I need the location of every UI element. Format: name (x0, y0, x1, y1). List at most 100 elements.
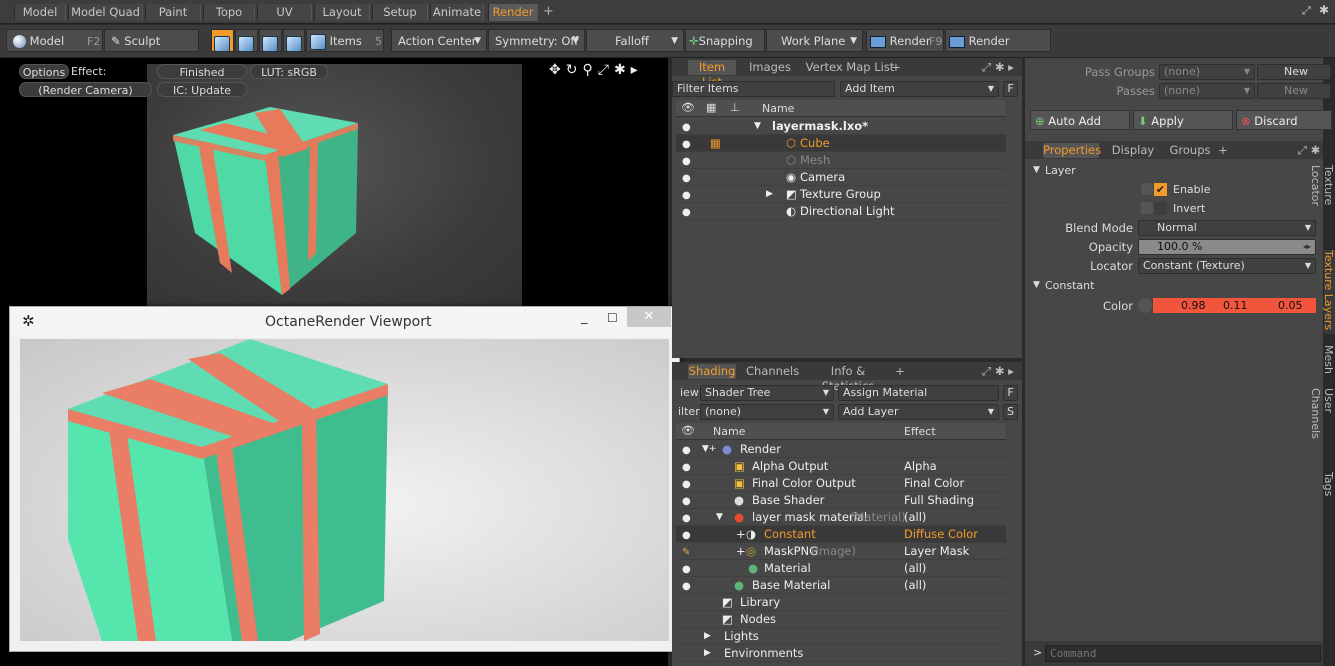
eye-icon[interactable]: ● (682, 476, 691, 493)
octane-title-bar[interactable]: ✲ OctaneRender Viewport _ ☐ ✕ (10, 307, 679, 337)
octane-render-view[interactable] (20, 339, 669, 641)
zoom-icon[interactable]: ⚲ (582, 62, 597, 78)
enable-toggle[interactable] (1141, 183, 1153, 195)
falloff-dropdown[interactable]: Falloff ▼ (586, 29, 684, 52)
gear-icon[interactable]: ✱ (614, 62, 631, 78)
filter-dropdown[interactable]: (none) ▼ (700, 404, 834, 420)
auto-add-button[interactable]: ⊕ Auto Add (1030, 110, 1130, 130)
list-item[interactable]: ● ◐ Directional Light (676, 203, 1006, 220)
side-tab-tags[interactable]: Tags (1322, 472, 1335, 500)
shader-row[interactable]: ● ▼+ ● Render (676, 441, 1006, 458)
tab-vertex-map-list[interactable]: Vertex Map List (804, 60, 896, 75)
fit-icon[interactable]: ⤢ (598, 62, 614, 78)
shader-row[interactable]: ● ▼ ● layer mask material (Material) (all) (676, 509, 1006, 526)
polygon-select-button[interactable] (259, 29, 282, 52)
gear-icon[interactable]: ✱ (1319, 3, 1329, 17)
chevron-right-icon[interactable]: ▶ (704, 645, 711, 662)
add-item-dropdown[interactable]: Add Item ▼ (840, 81, 999, 97)
plus-icon[interactable]: + (736, 543, 746, 560)
eye-icon[interactable]: ● (682, 561, 691, 578)
move-icon[interactable]: ✥ (549, 62, 566, 78)
side-tab-mesh[interactable]: Mesh (1322, 345, 1335, 375)
new-pass-group-button[interactable]: New (1257, 64, 1331, 80)
slider-arrows-icon[interactable]: ◂▸ (1303, 240, 1311, 254)
vertex-select-button[interactable] (211, 29, 234, 52)
tab-layout[interactable]: Layout (314, 4, 370, 21)
tab-model-quad[interactable]: Model Quad (68, 4, 143, 21)
tab-model[interactable]: Model (14, 4, 66, 21)
shader-row[interactable]: ● ● Base Shader Full Shading (676, 492, 1006, 509)
model-mode-button[interactable]: Model F2 (6, 29, 103, 52)
list-item[interactable]: ● ▦ ⬡ Cube (676, 135, 1006, 152)
chevron-down-icon[interactable]: ▼ (1033, 280, 1040, 290)
assign-material-button[interactable]: Assign Material (838, 385, 999, 401)
render-button[interactable]: Render F9 (866, 29, 944, 52)
view-dropdown[interactable]: Shader Tree ▼ (700, 385, 834, 401)
panel-options-icons[interactable]: ⤢ ✱ ▸ (978, 60, 1018, 75)
symmetry-dropdown[interactable]: Symmetry: Off ▼ (488, 29, 585, 52)
eye-icon[interactable]: ● (682, 527, 691, 544)
minimize-button[interactable]: _ (581, 310, 588, 325)
list-item[interactable]: ● ▼ layermask.lxo* (676, 118, 1006, 135)
add-tab-button[interactable]: + (543, 4, 554, 19)
invert-checkbox[interactable] (1154, 202, 1167, 215)
panel-options-icons[interactable]: ⤢ ✱ ▸ (978, 364, 1018, 379)
tab-display[interactable]: Display (1109, 143, 1157, 158)
discard-button[interactable]: ⊗ Discard (1236, 110, 1332, 130)
material-select-button[interactable] (283, 29, 305, 52)
items-button[interactable]: Items 5 (306, 29, 384, 52)
eye-icon[interactable]: ● (682, 187, 691, 204)
side-tab-texture-locator[interactable]: Texture Locator (1309, 165, 1335, 245)
apply-button[interactable]: ⬇ Apply (1133, 110, 1233, 130)
effect-dropdown[interactable]: Effect: (Shadi... (71, 64, 153, 93)
panel-options-icons[interactable]: ⤢ ✱ (1295, 143, 1323, 158)
locator-dropdown[interactable]: Constant (Texture) ▼ (1138, 258, 1316, 274)
add-tab-button[interactable]: + (1217, 143, 1229, 158)
action-center-dropdown[interactable]: Action Center ▼ (391, 29, 487, 52)
play-icon[interactable]: ▸ (631, 62, 643, 78)
chevron-right-icon[interactable]: ▶ (766, 186, 773, 203)
opacity-slider[interactable]: 100.0 % ◂▸ (1138, 239, 1316, 255)
viewport-options-button[interactable]: Options (19, 64, 69, 79)
expand-icon[interactable]: ⤢ (1302, 4, 1311, 18)
shader-row[interactable]: ◩ Nodes (676, 611, 1006, 628)
tab-groups[interactable]: Groups (1165, 143, 1215, 158)
shader-row[interactable]: ● ▣ Final Color Output Final Color (676, 475, 1006, 492)
plus-icon[interactable]: + (736, 526, 746, 543)
chevron-down-icon[interactable]: ▼ (1033, 165, 1040, 175)
eye-icon[interactable]: ● (682, 493, 691, 510)
shader-row[interactable]: ◩ Library (676, 594, 1006, 611)
chevron-down-icon[interactable]: ▼ (716, 509, 723, 526)
sculpt-button[interactable]: ✎ Sculpt (104, 29, 199, 52)
eye-icon[interactable]: ● (682, 153, 691, 170)
eye-icon[interactable]: ● (682, 170, 691, 187)
lut-dropdown[interactable]: LUT: sRGB (250, 64, 328, 79)
chevron-down-icon[interactable]: ▼+ (702, 441, 716, 458)
tab-uv[interactable]: UV (257, 4, 312, 21)
view-f-button[interactable]: F (1003, 385, 1018, 401)
tab-info-statistics[interactable]: Info & Statistics (808, 364, 888, 393)
shader-row[interactable]: ● + ◑ Constant Diffuse Color (676, 526, 1006, 543)
color-animate-toggle[interactable] (1138, 298, 1152, 313)
tab-channels[interactable]: Channels (746, 364, 799, 379)
color-field[interactable]: 0.98 0.11 0.05 (1153, 298, 1316, 313)
tab-paint[interactable]: Paint (145, 4, 201, 21)
tab-topo[interactable]: Topo (203, 4, 255, 21)
camera-dropdown[interactable]: (Render Camera) (19, 82, 152, 97)
list-item[interactable]: ● ◉ Camera (676, 169, 1006, 186)
tab-shading[interactable]: Shading (688, 364, 736, 379)
list-item[interactable]: ● ▶ ◩ Texture Group (676, 186, 1006, 203)
passes-dropdown[interactable]: (none) ▼ (1159, 83, 1255, 99)
chevron-right-icon[interactable]: ▶ (704, 628, 711, 645)
rotate-icon[interactable]: ↻ (566, 62, 583, 78)
maximize-button[interactable]: ☐ (607, 311, 618, 325)
enable-checkbox[interactable]: ✔ (1154, 183, 1167, 196)
shader-row[interactable]: ▶ Environments (676, 645, 1006, 662)
edge-select-button[interactable] (235, 29, 258, 52)
blend-mode-dropdown[interactable]: Normal ▼ (1138, 220, 1316, 236)
eye-icon[interactable]: ● (682, 119, 691, 136)
pass-groups-dropdown[interactable]: (none) ▼ (1159, 64, 1255, 80)
tab-render[interactable]: Render (488, 4, 538, 21)
tab-images[interactable]: Images (746, 60, 794, 75)
invert-toggle[interactable] (1141, 202, 1153, 214)
